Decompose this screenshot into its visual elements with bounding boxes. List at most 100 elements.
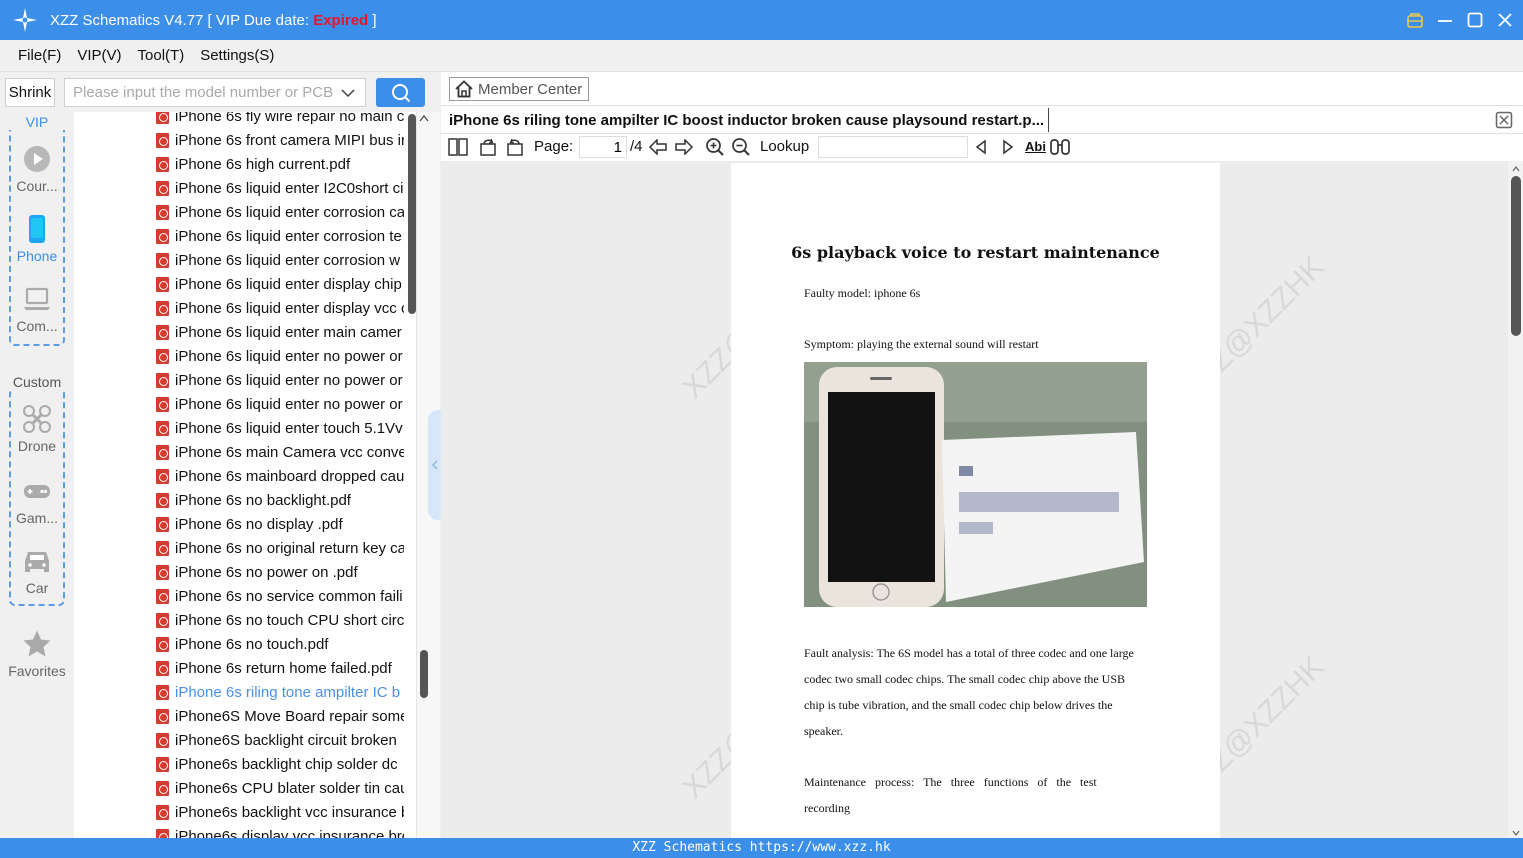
lookup-input[interactable] (818, 136, 968, 158)
pdf-icon (156, 804, 169, 820)
document-tab-title: iPhone 6s riling tone ampilter IC boost … (449, 111, 1045, 129)
file-name: iPhone 6s return home failed.pdf (175, 659, 392, 677)
file-list-item[interactable]: iPhone 6s return home failed.pdf (156, 656, 416, 680)
pdf-icon (156, 540, 169, 556)
find-previous-icon[interactable] (970, 136, 992, 158)
file-list-item[interactable]: iPhone6s CPU blater solder tin cau (156, 776, 416, 800)
document-tab[interactable]: iPhone 6s riling tone ampilter IC boost … (449, 108, 1049, 132)
two-page-view-icon[interactable] (447, 136, 469, 158)
close-tab-icon[interactable] (1495, 111, 1513, 129)
file-list-item[interactable]: iPhone 6s liquid enter no power or (156, 344, 416, 368)
file-list-item[interactable]: iPhone 6s no service common faili (156, 584, 416, 608)
category-game[interactable]: Gam... (0, 476, 74, 526)
file-list-item[interactable]: iPhone 6s no original return key ca (156, 536, 416, 560)
minimize-icon[interactable] (1435, 10, 1455, 30)
rotate-right-icon[interactable] (504, 136, 526, 158)
close-icon[interactable] (1495, 10, 1515, 30)
menu-tool[interactable]: Tool(T) (138, 47, 185, 64)
file-list-item[interactable]: iPhone 6s front camera MIPI bus in (156, 128, 416, 152)
member-center-button[interactable]: Member Center (449, 77, 590, 101)
file-list-item[interactable]: iPhone 6s liquid enter I2C0short ci (156, 176, 416, 200)
collapse-panel-handle[interactable] (428, 410, 442, 520)
file-list-item[interactable]: iPhone 6s high current.pdf (156, 152, 416, 176)
shrink-button[interactable]: Shrink (5, 78, 55, 107)
file-list-item[interactable]: iPhone 6s liquid enter no power or (156, 392, 416, 416)
match-case-toggle[interactable]: Abi (1025, 139, 1046, 154)
file-list-item[interactable]: iPhone 6s no backlight.pdf (156, 488, 416, 512)
pdf-icon (156, 112, 169, 124)
zoom-in-icon[interactable] (704, 136, 726, 158)
find-next-icon[interactable] (997, 136, 1019, 158)
file-list-item[interactable]: iPhone 6s fly wire repair no main c (156, 112, 416, 128)
chevron-down-icon[interactable] (340, 85, 356, 101)
category-favorites[interactable]: Favorites (0, 629, 74, 679)
next-page-icon[interactable] (673, 136, 695, 158)
file-list-item[interactable]: iPhone 6s liquid enter corrosion w (156, 248, 416, 272)
category-courses[interactable]: Cour... (0, 144, 74, 194)
chevron-left-icon (432, 460, 438, 470)
category-label: Cour... (16, 178, 58, 194)
file-list-item[interactable]: iPhone 6s liquid enter no power or (156, 368, 416, 392)
category-drone[interactable]: Drone (0, 404, 74, 454)
file-list-item[interactable]: iPhone 6s no power on .pdf (156, 560, 416, 584)
file-list-item[interactable]: iPhone 6s no touch CPU short circu (156, 608, 416, 632)
zoom-out-icon[interactable] (730, 136, 752, 158)
file-list-item[interactable]: iPhone 6s liquid enter corrosion te (156, 224, 416, 248)
app-window: XZZ Schematics V4.77 [ VIP Due date: Exp… (0, 0, 1523, 858)
category-computer[interactable]: Com... (0, 284, 74, 334)
window-title: XZZ Schematics V4.77 [ VIP Due date: Exp… (50, 12, 377, 29)
star-icon (23, 630, 51, 657)
title-prefix: XZZ Schematics V4.77 [ VIP Due date: (50, 11, 314, 29)
pdf-icon (156, 372, 169, 388)
file-list-item[interactable]: iPhone6s backlight chip solder dc (156, 752, 416, 776)
category-phone[interactable]: Phone (0, 214, 74, 264)
file-list-item[interactable]: iPhone 6s liquid enter main camer (156, 320, 416, 344)
menu-file[interactable]: File(F) (18, 47, 61, 64)
viewer-scroll-thumb[interactable] (1511, 176, 1521, 336)
title-suffix: ] (368, 11, 377, 29)
file-list-item[interactable]: iPhone 6s main Camera vcc conver (156, 440, 416, 464)
file-list-item[interactable]: iPhone 6s liquid enter display chip (156, 272, 416, 296)
chevron-down-icon[interactable] (1512, 829, 1520, 837)
pdf-icon (156, 516, 169, 532)
laptop-icon (24, 287, 50, 310)
file-list-item[interactable]: iPhone 6s mainboard dropped cau (156, 464, 416, 488)
file-list-item[interactable]: iPhone6S Move Board repair some (156, 704, 416, 728)
status-bar: XZZ Schematics https://www.xzz.hk (0, 838, 1523, 858)
file-list-item[interactable]: iPhone6s display vcc insurance brc (156, 824, 416, 838)
file-name: iPhone 6s main Camera vcc conver (175, 443, 412, 461)
previous-page-icon[interactable] (647, 136, 669, 158)
page-number-input[interactable] (579, 136, 627, 158)
model-search-input[interactable] (64, 78, 366, 107)
member-center-label: Member Center (478, 80, 583, 98)
category-car[interactable]: Car (0, 546, 74, 596)
faulty-model-text: Faulty model: iphone 6s (804, 286, 921, 300)
chevron-up-icon[interactable] (1512, 165, 1520, 173)
maximize-icon[interactable] (1465, 10, 1485, 30)
file-list-item[interactable]: iPhone 6s liquid enter corrosion ca (156, 200, 416, 224)
file-list-item[interactable]: iPhone6S backlight circuit broken (156, 728, 416, 752)
file-list-item[interactable]: iPhone 6s no touch.pdf (156, 632, 416, 656)
rotate-left-icon[interactable] (477, 136, 499, 158)
document-viewer[interactable]: XZZ@XZZHK XZZ@XZZHK XZZ@XZZHK XZZ@XZZHK … (441, 161, 1523, 838)
file-list-item[interactable]: iPhone 6s liquid enter display vcc c (156, 296, 416, 320)
file-name: iPhone 6s no power on .pdf (175, 563, 358, 581)
file-name: iPhone6s CPU blater solder tin cau (175, 779, 409, 797)
search-button[interactable] (376, 78, 425, 107)
binoculars-icon[interactable] (1049, 136, 1071, 158)
file-list-outer-scroll-thumb[interactable] (420, 650, 428, 698)
pdf-icon (156, 708, 169, 724)
file-list-scroll-thumb[interactable] (408, 114, 416, 314)
file-list-item[interactable]: iPhone6s backlight vcc insurance b (156, 800, 416, 824)
menu-settings[interactable]: Settings(S) (200, 47, 274, 64)
pdf-icon (156, 468, 169, 484)
file-name: iPhone 6s liquid enter touch 5.1Vv (175, 419, 403, 437)
file-list-item[interactable]: iPhone 6s riling tone ampilter IC b (156, 680, 416, 704)
menu-vip[interactable]: VIP(V) (77, 47, 121, 64)
category-label: Phone (16, 248, 58, 264)
chevron-up-icon[interactable] (419, 114, 429, 122)
file-list-item[interactable]: iPhone 6s no display .pdf (156, 512, 416, 536)
pdf-icon (156, 396, 169, 412)
lock-icon[interactable] (1405, 10, 1425, 30)
file-list-item[interactable]: iPhone 6s liquid enter touch 5.1Vv (156, 416, 416, 440)
